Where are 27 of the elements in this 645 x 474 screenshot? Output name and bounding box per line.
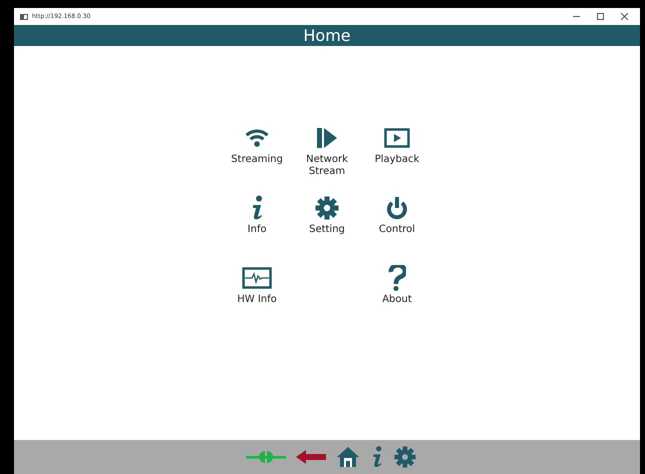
page-title: Home [303, 28, 351, 44]
back-arrow-icon [296, 450, 326, 464]
menu-tile[interactable]: Control [362, 195, 432, 257]
maximize-icon [596, 13, 604, 20]
menu-tile[interactable]: Streaming [222, 125, 292, 187]
menu-tile[interactable]: About [362, 265, 432, 327]
browser-tab-icon [20, 14, 28, 20]
footer-button[interactable] [296, 450, 326, 464]
menu-tile[interactable]: Info [222, 195, 292, 257]
gear-icon [315, 196, 339, 220]
play-screen-icon [384, 128, 410, 148]
question-mark-icon [388, 265, 406, 291]
menu-tile[interactable]: Playback [362, 125, 432, 187]
gear-icon [394, 446, 416, 468]
menu-tile[interactable]: HW Info [222, 265, 292, 327]
footer-button[interactable] [336, 446, 360, 468]
menu-tile[interactable]: Setting [292, 195, 362, 257]
wifi-icon [245, 128, 269, 148]
monitor-pulse-icon [242, 267, 272, 289]
close-icon [620, 13, 628, 20]
minimize-icon [572, 16, 580, 17]
power-icon [386, 196, 408, 220]
home-icon [336, 446, 360, 468]
footer-button[interactable] [394, 446, 416, 468]
menu-tile[interactable]: Network Stream [292, 125, 362, 187]
play-bar-icon [315, 127, 339, 149]
plug-icon [246, 449, 286, 465]
